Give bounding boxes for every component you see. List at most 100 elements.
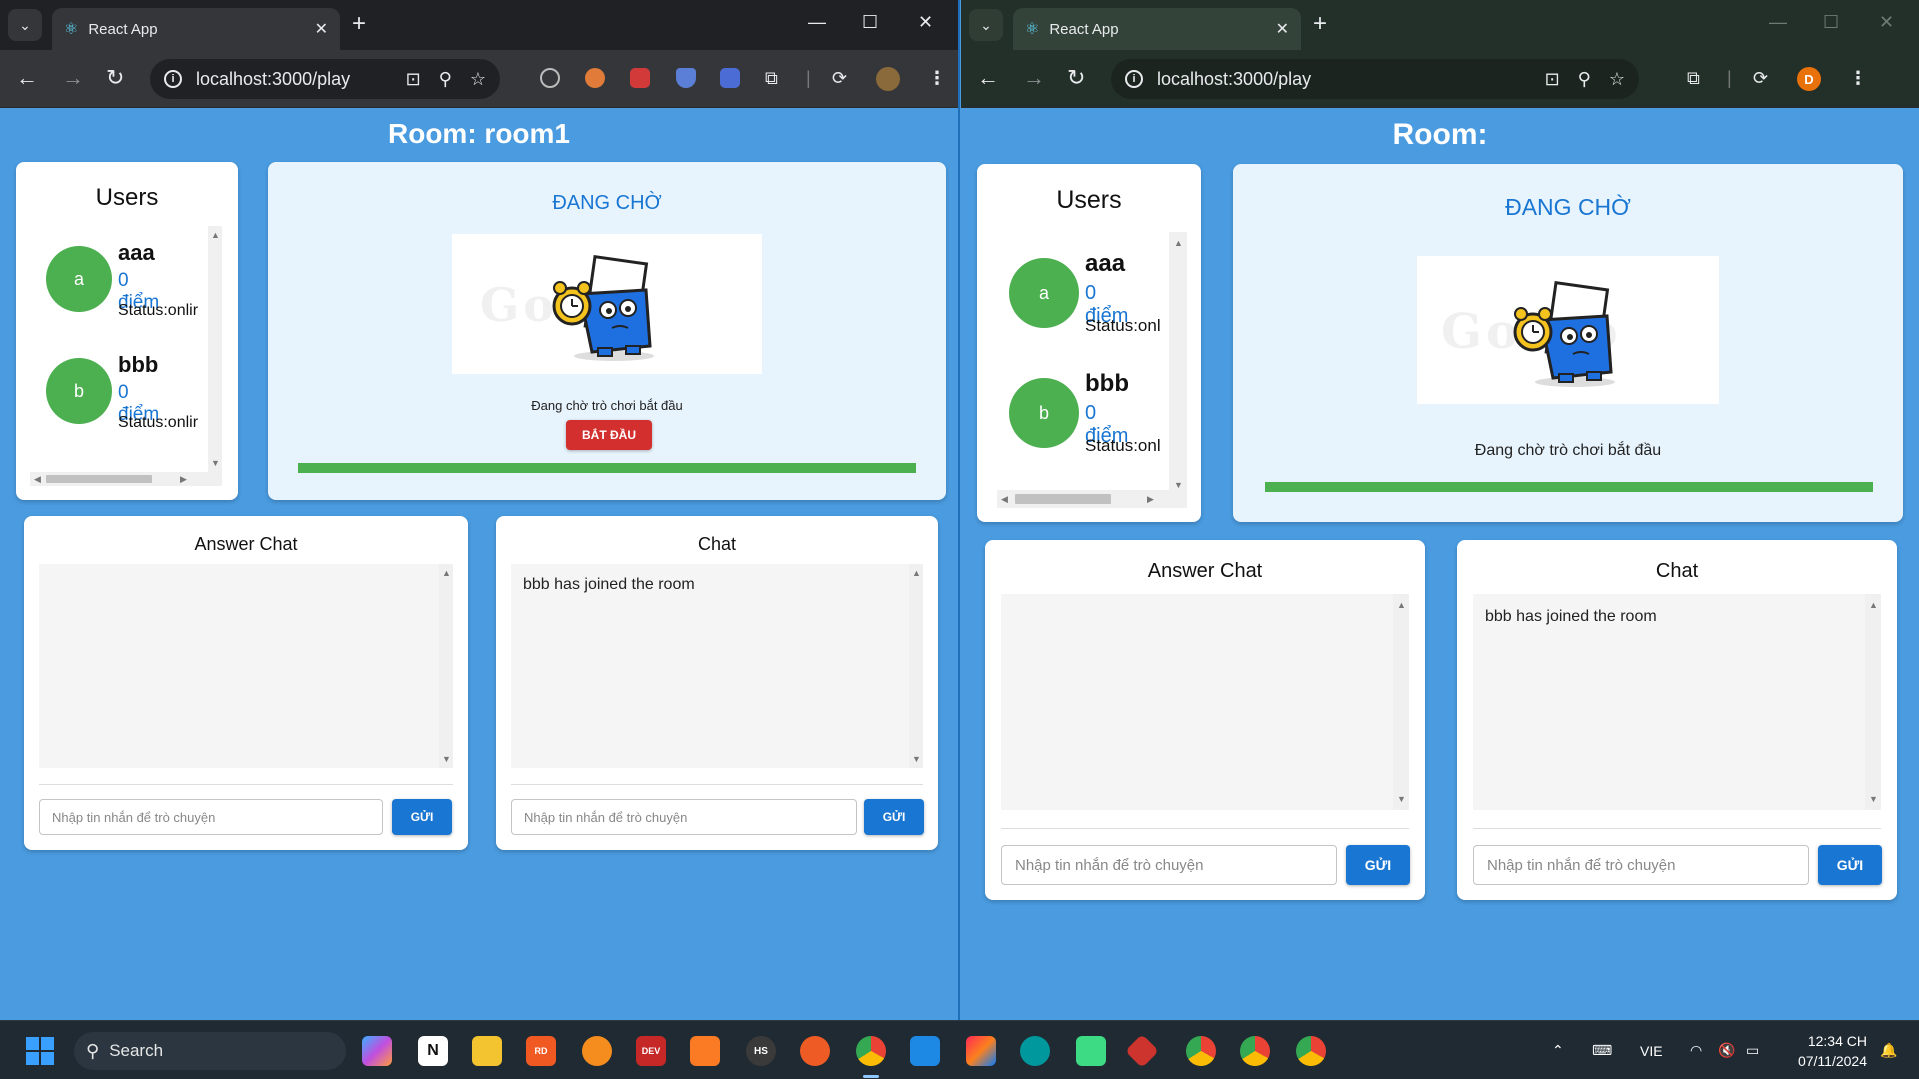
minimize-icon[interactable]: —	[808, 12, 826, 33]
clock[interactable]: 12:34 CH 07/11/2024	[1798, 1031, 1867, 1071]
wifi-icon[interactable]: ◠	[1690, 1021, 1702, 1079]
maximize-icon[interactable]: ☐	[862, 12, 878, 33]
chat-input[interactable]: Nhập tin nhắn để trò chuyện	[511, 799, 857, 835]
scroll-down-icon[interactable]: ▼	[912, 754, 921, 764]
close-tab-icon[interactable]: ✕	[1276, 19, 1289, 39]
postman-icon[interactable]	[800, 1036, 830, 1066]
windows-start-icon[interactable]	[26, 1037, 54, 1065]
forward-icon[interactable]: →	[1023, 66, 1045, 90]
arduino-icon[interactable]	[1020, 1036, 1050, 1066]
scroll-down-icon[interactable]: ▼	[1397, 794, 1406, 804]
extensions-puzzle-icon[interactable]: ⧉	[765, 67, 778, 89]
profile-avatar[interactable]: D	[1797, 67, 1821, 91]
chrome-icon[interactable]	[856, 1036, 886, 1066]
bookmark-star-icon[interactable]: ☆	[470, 69, 486, 90]
scroll-right-icon[interactable]: ▶	[1147, 494, 1154, 505]
scroll-up-icon[interactable]: ▲	[211, 230, 220, 240]
users-list[interactable]: a aaa 0 điểm Status:onlir b bbb 0 điểm S…	[30, 226, 222, 486]
site-info-icon[interactable]: i	[164, 70, 182, 88]
back-icon[interactable]: ←	[16, 66, 38, 90]
back-icon[interactable]: ←	[977, 66, 999, 90]
scroll-left-icon[interactable]: ◀	[34, 474, 41, 485]
scroll-down-icon[interactable]: ▼	[442, 754, 451, 764]
reader-icon[interactable]: RD	[526, 1036, 556, 1066]
answer-chat-messages[interactable]: ▲ ▼	[1001, 594, 1409, 810]
scroll-up-icon[interactable]: ▲	[442, 568, 451, 578]
close-tab-icon[interactable]: ✕	[315, 19, 328, 39]
zoom-icon[interactable]: ⚲	[1578, 69, 1591, 90]
ruby-icon[interactable]	[1125, 1034, 1159, 1068]
browser-tab[interactable]: ⚛ React App ✕	[52, 8, 340, 50]
dev-cpp-icon[interactable]: DEV	[636, 1036, 666, 1066]
volume-muted-icon[interactable]: 🔇	[1718, 1021, 1735, 1079]
close-window-icon[interactable]: ✕	[1879, 12, 1894, 33]
chat-input[interactable]: Nhập tin nhắn để trò chuyện	[1473, 845, 1809, 885]
language-indicator[interactable]: VIE	[1640, 1021, 1663, 1079]
scroll-up-icon[interactable]: ▲	[1869, 600, 1878, 610]
install-app-icon[interactable]: ⊡	[406, 69, 421, 90]
scroll-thumb[interactable]	[1015, 494, 1111, 504]
chrome-profile-2-icon[interactable]	[1240, 1036, 1270, 1066]
forward-icon[interactable]: →	[62, 66, 84, 90]
chat-send-button[interactable]: GỬI	[864, 799, 924, 835]
android-studio-icon[interactable]	[1076, 1036, 1106, 1066]
start-button[interactable]: BẮT ĐẦU	[566, 420, 652, 450]
site-info-icon[interactable]: i	[1125, 70, 1143, 88]
users-vertical-scrollbar[interactable]: ▲ ▼	[208, 226, 222, 472]
new-tab-button[interactable]: +	[1313, 12, 1327, 36]
chrome-profile-d-icon[interactable]	[1186, 1036, 1216, 1066]
tab-search-dropdown[interactable]: ⌄	[969, 9, 1003, 41]
address-bar[interactable]: i localhost:3000/play ⊡ ⚲ ☆	[150, 59, 500, 99]
extension-compass-icon[interactable]	[540, 68, 560, 88]
browser-tab[interactable]: ⚛ React App ✕	[1013, 8, 1301, 50]
xampp-icon[interactable]	[690, 1036, 720, 1066]
show-hidden-icons[interactable]: ⌃	[1552, 1021, 1564, 1079]
jetbrains-icon[interactable]	[966, 1036, 996, 1066]
browser-menu-icon[interactable]: ⋮	[928, 67, 946, 89]
performance-icon[interactable]: ⟳	[832, 67, 847, 89]
extension-translate-icon[interactable]	[720, 68, 740, 88]
chat-send-button[interactable]: GỬI	[1818, 845, 1882, 885]
scroll-down-icon[interactable]: ▼	[1869, 794, 1878, 804]
extension-red-icon[interactable]	[630, 68, 650, 88]
users-vertical-scrollbar[interactable]: ▲ ▼	[1169, 232, 1187, 494]
file-explorer-icon[interactable]	[472, 1036, 502, 1066]
maximize-icon[interactable]: ☐	[1823, 12, 1839, 33]
answer-chat-scrollbar[interactable]: ▲ ▼	[439, 564, 453, 768]
hs-icon[interactable]: HS	[746, 1036, 776, 1066]
answer-chat-messages[interactable]: ▲ ▼	[39, 564, 453, 768]
chrome-profile-3-icon[interactable]	[1296, 1036, 1326, 1066]
users-list[interactable]: a aaa 0 điểm Status:onl b bbb 0 điểm Sta…	[977, 232, 1187, 508]
users-horizontal-scrollbar[interactable]: ◀ ▶	[997, 490, 1187, 508]
notifications-icon[interactable]: 🔔	[1880, 1021, 1897, 1079]
vscode-icon[interactable]	[910, 1036, 940, 1066]
performance-icon[interactable]: ⟳	[1753, 67, 1768, 89]
copilot-icon[interactable]	[362, 1036, 392, 1066]
scroll-right-icon[interactable]: ▶	[180, 474, 187, 485]
notion-icon[interactable]: N	[418, 1036, 448, 1066]
scroll-down-icon[interactable]: ▼	[211, 458, 220, 468]
taskbar-search[interactable]: ⚲ Search	[74, 1032, 346, 1070]
scroll-down-icon[interactable]: ▼	[1174, 480, 1183, 490]
users-horizontal-scrollbar[interactable]: ◀ ▶	[30, 472, 222, 486]
answer-chat-input[interactable]: Nhập tin nhắn để trò chuyện	[1001, 845, 1337, 885]
scroll-up-icon[interactable]: ▲	[912, 568, 921, 578]
scroll-up-icon[interactable]: ▲	[1174, 238, 1183, 248]
zoom-icon[interactable]: ⚲	[439, 69, 452, 90]
browser-menu-icon[interactable]: ⋮	[1849, 67, 1867, 89]
scroll-up-icon[interactable]: ▲	[1397, 600, 1406, 610]
address-bar[interactable]: i localhost:3000/play ⊡ ⚲ ☆	[1111, 59, 1639, 99]
reload-icon[interactable]: ↻	[106, 66, 124, 90]
extensions-puzzle-icon[interactable]: ⧉	[1687, 67, 1700, 89]
chat-messages[interactable]: bbb has joined the room ▲ ▼	[1473, 594, 1881, 810]
chat-scrollbar[interactable]: ▲ ▼	[909, 564, 923, 768]
answer-send-button[interactable]: GỬI	[1346, 845, 1410, 885]
answer-chat-input[interactable]: Nhập tin nhắn để trò chuyện	[39, 799, 383, 835]
tab-search-dropdown[interactable]: ⌄	[8, 9, 42, 41]
install-app-icon[interactable]: ⊡	[1545, 69, 1560, 90]
battery-icon[interactable]: ▭	[1746, 1021, 1759, 1079]
answer-chat-scrollbar[interactable]: ▲ ▼	[1393, 594, 1409, 810]
chat-scrollbar[interactable]: ▲ ▼	[1865, 594, 1881, 810]
reload-icon[interactable]: ↻	[1067, 66, 1085, 90]
chat-messages[interactable]: bbb has joined the room ▲ ▼	[511, 564, 923, 768]
